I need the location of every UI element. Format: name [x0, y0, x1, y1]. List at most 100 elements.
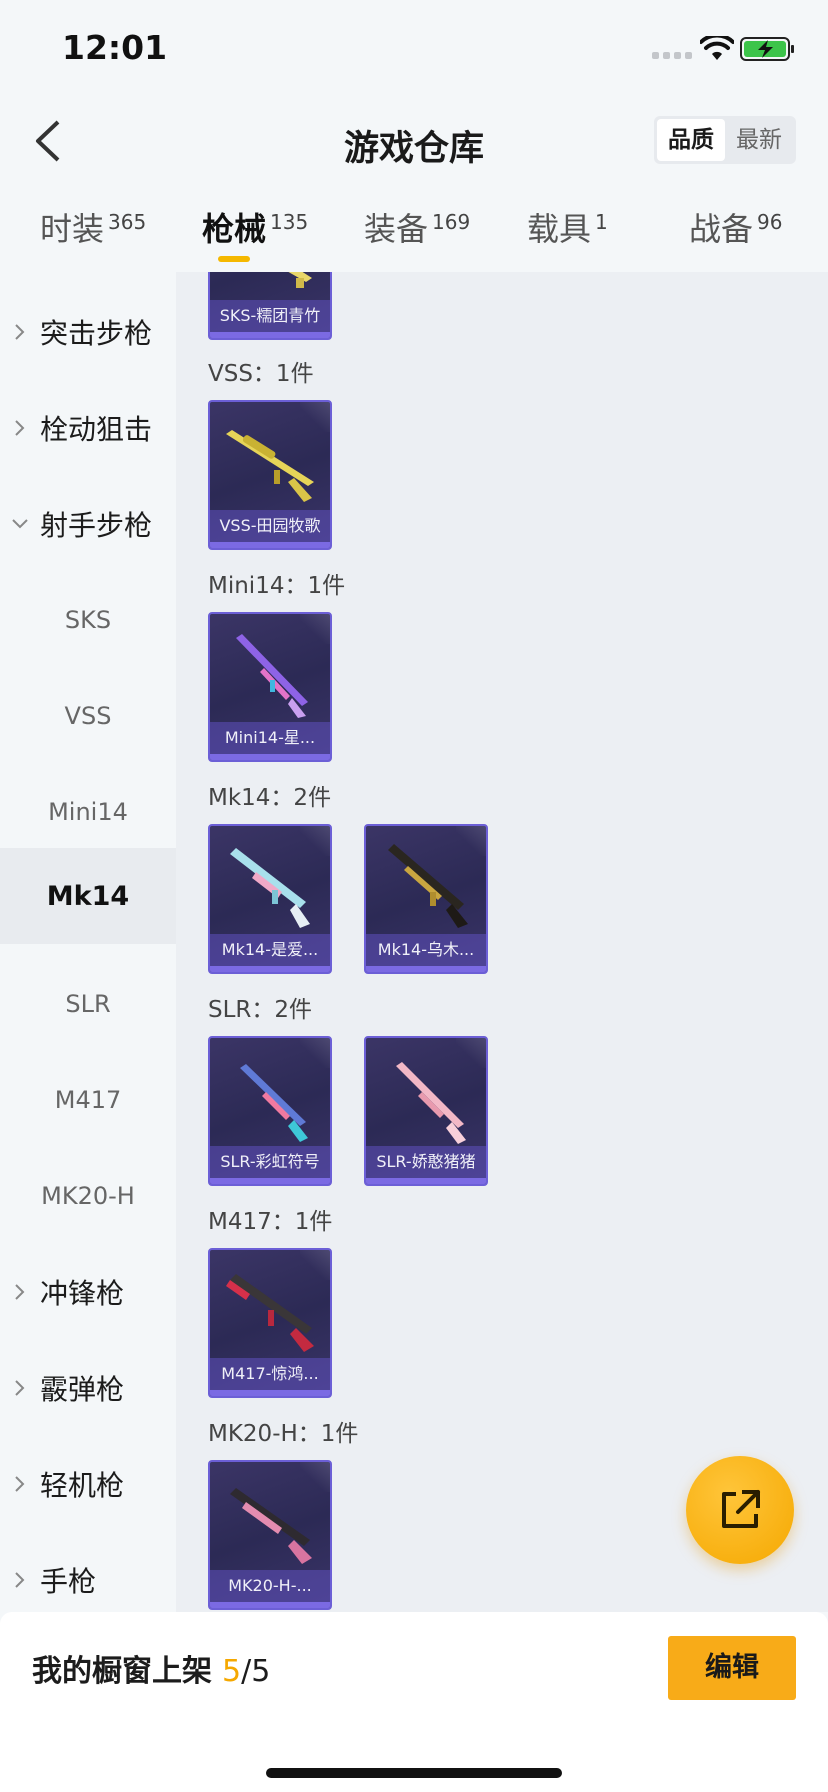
- tab-vehicles[interactable]: 载具 1: [527, 204, 608, 250]
- tab-fashion[interactable]: 时装 365: [40, 204, 146, 250]
- tab-label: 载具: [527, 210, 592, 248]
- skin-card[interactable]: Mk14-是爱...: [208, 824, 332, 974]
- share-external-icon: [722, 1490, 760, 1528]
- sidebar-item-sks[interactable]: SKS: [0, 572, 176, 668]
- skin-card[interactable]: Mini14-星...: [208, 612, 332, 762]
- skin-card[interactable]: M417-惊鸿...: [208, 1248, 332, 1398]
- rifle-icon: [226, 1274, 314, 1352]
- active-tab-indicator: [218, 256, 250, 262]
- rarity-strip: [210, 966, 330, 972]
- sidebar-item-assault-rifle[interactable]: 突击步枪: [0, 284, 176, 380]
- group-header: MK20-H：1件: [208, 1421, 359, 1447]
- skin-card-name: SLR-彩虹符号: [210, 1146, 330, 1178]
- rarity-strip: [366, 966, 486, 972]
- tab-equipment[interactable]: 装备 169: [364, 204, 470, 250]
- sidebar-item-shotgun[interactable]: 霰弹枪: [0, 1340, 176, 1436]
- rifle-icon: [288, 272, 312, 288]
- skin-card-name: VSS-田园牧歌: [210, 510, 330, 542]
- tab-label: 时装: [40, 210, 105, 248]
- showcase-footer: 我的橱窗上架 5/5 编辑: [0, 1612, 828, 1792]
- nav-header: 游戏仓库 品质 最新: [0, 100, 828, 180]
- sidebar-item-m417[interactable]: M417: [0, 1052, 176, 1148]
- showcase-total-count: /5: [241, 1654, 271, 1689]
- sidebar-item-label: 栓动狙击: [40, 413, 153, 446]
- sidebar-item-label: 手枪: [40, 1565, 97, 1598]
- rarity-strip: [366, 1178, 486, 1184]
- sort-quality-button[interactable]: 品质: [657, 119, 725, 161]
- rarity-strip: [210, 332, 330, 338]
- rarity-strip: [210, 542, 330, 548]
- showcase-current-count: 5: [222, 1654, 242, 1689]
- sidebar-item-label: 冲锋枪: [40, 1277, 125, 1310]
- weapon-skin-list: SKS-糯团青竹 VSS：1件 VSS-田园牧歌 Mini14：1件 Mini1…: [176, 272, 828, 1612]
- wifi-icon: [700, 36, 734, 60]
- chevron-right-icon: [0, 1475, 40, 1493]
- chevron-down-icon: [0, 518, 40, 530]
- chevron-right-icon: [0, 1379, 40, 1397]
- share-fab-button[interactable]: [686, 1456, 794, 1564]
- home-indicator[interactable]: [266, 1768, 562, 1778]
- skin-card[interactable]: SLR-娇憨猪猪: [364, 1036, 488, 1186]
- skin-card[interactable]: MK20-H-...: [208, 1460, 332, 1610]
- sidebar-item-slr[interactable]: SLR: [0, 956, 176, 1052]
- rarity-strip: [210, 1390, 330, 1396]
- sidebar-item-label: 突击步枪: [40, 317, 153, 350]
- skin-card[interactable]: VSS-田园牧歌: [208, 400, 332, 550]
- rifle-icon: [230, 1488, 312, 1564]
- skin-card-name: MK20-H-...: [210, 1570, 330, 1602]
- rarity-strip: [210, 754, 330, 760]
- skin-card-name: Mini14-星...: [210, 722, 330, 754]
- chevron-right-icon: [0, 323, 40, 341]
- sidebar-item-smg[interactable]: 冲锋枪: [0, 1244, 176, 1340]
- category-tabs: 时装 365 枪械 135 装备 169 载具 1 战备 96: [0, 200, 828, 270]
- edit-button[interactable]: 编辑: [668, 1636, 796, 1700]
- skin-card[interactable]: SLR-彩虹符号: [208, 1036, 332, 1186]
- status-bar: 12:01: [0, 0, 828, 100]
- sidebar-item-marksman-rifle[interactable]: 射手步枪: [0, 476, 176, 572]
- status-time: 12:01: [62, 28, 168, 67]
- cellular-signal-icon: [652, 52, 692, 59]
- chevron-right-icon: [0, 1283, 40, 1301]
- rifle-icon: [396, 1062, 466, 1144]
- skin-card[interactable]: Mk14-乌木...: [364, 824, 488, 974]
- rifle-icon: [388, 844, 468, 928]
- tab-label: 枪械: [202, 210, 267, 248]
- group-header: M417：1件: [208, 1209, 333, 1235]
- skin-card-name: SLR-娇憨猪猪: [366, 1146, 486, 1178]
- rifle-icon: [230, 848, 310, 928]
- rifle-icon: [240, 1064, 308, 1142]
- rifle-icon: [226, 430, 314, 502]
- battery-charging-icon: [740, 37, 794, 61]
- sidebar-item-label: 霰弹枪: [40, 1373, 125, 1406]
- sort-newest-button[interactable]: 最新: [725, 119, 793, 161]
- group-header: SLR：2件: [208, 997, 313, 1023]
- tab-label: 战备: [689, 210, 754, 248]
- weapon-type-sidebar: 突击步枪 栓动狙击 射手步枪 SKS VSS Mini14 Mk14 SLR M…: [0, 272, 176, 1612]
- sidebar-item-mk14[interactable]: Mk14: [0, 848, 176, 944]
- tab-count: 135: [270, 210, 309, 234]
- rarity-strip: [210, 1602, 330, 1608]
- skin-card-name: SKS-糯团青竹: [210, 300, 330, 332]
- sidebar-item-lmg[interactable]: 轻机枪: [0, 1436, 176, 1532]
- tab-count: 169: [432, 210, 471, 234]
- tab-count: 1: [595, 210, 608, 234]
- skin-card-name: M417-惊鸿...: [210, 1358, 330, 1390]
- sidebar-item-label: 轻机枪: [40, 1469, 125, 1502]
- showcase-status: 我的橱窗上架 5/5: [32, 1646, 270, 1690]
- group-header: Mini14：1件: [208, 573, 346, 599]
- tab-count: 96: [757, 210, 783, 234]
- skin-card[interactable]: SKS-糯团青竹: [208, 272, 332, 340]
- sidebar-item-mk20h[interactable]: MK20-H: [0, 1148, 176, 1244]
- sidebar-item-bolt-sniper[interactable]: 栓动狙击: [0, 380, 176, 476]
- tab-firearms[interactable]: 枪械 135: [202, 204, 308, 250]
- chevron-right-icon: [0, 419, 40, 437]
- tab-label: 装备: [364, 210, 429, 248]
- sidebar-item-label: 射手步枪: [40, 509, 153, 542]
- rifle-icon: [236, 634, 308, 718]
- tab-tactical[interactable]: 战备 96: [689, 204, 782, 250]
- skin-card-name: Mk14-乌木...: [366, 934, 486, 966]
- chevron-right-icon: [0, 1571, 40, 1589]
- sidebar-item-vss[interactable]: VSS: [0, 668, 176, 764]
- group-header: Mk14：2件: [208, 785, 332, 811]
- sidebar-item-mini14[interactable]: Mini14: [0, 764, 176, 860]
